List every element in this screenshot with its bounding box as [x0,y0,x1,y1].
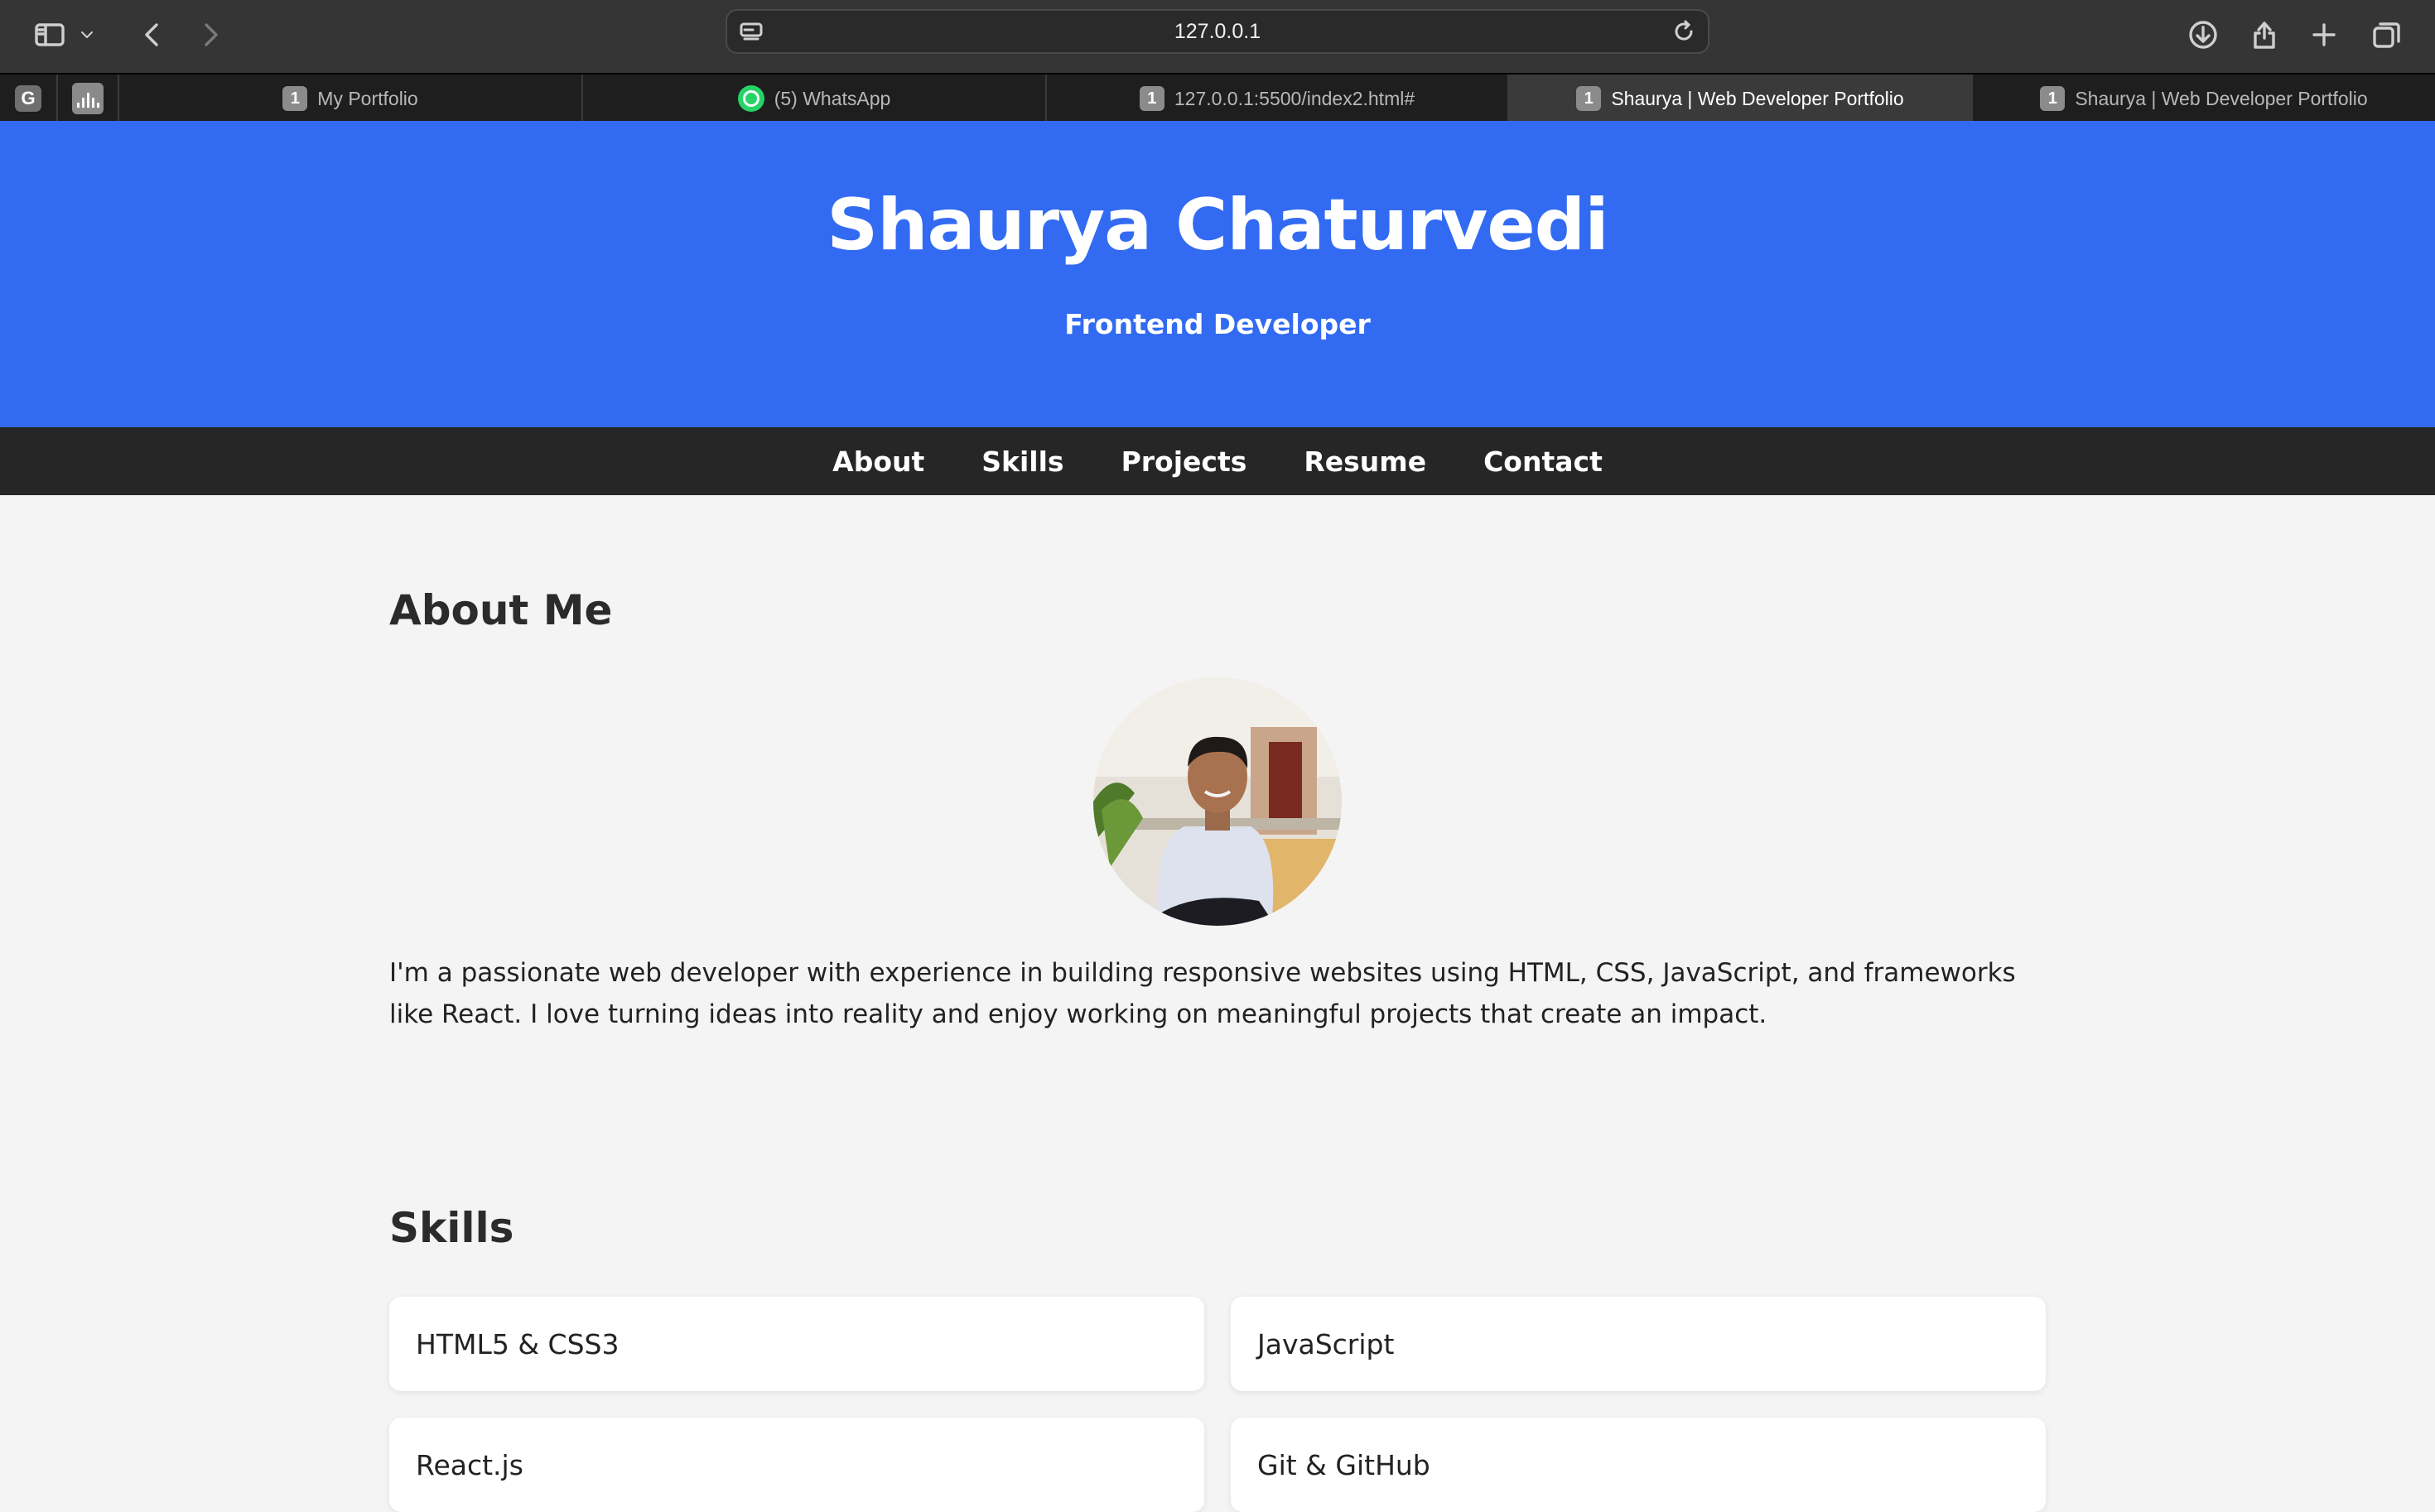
cisco-icon [72,83,104,114]
tab-label: Shaurya | Web Developer Portfolio [2075,87,2368,109]
google-icon: G [15,85,41,112]
tab-badge: 1 [282,86,308,111]
address-bar[interactable]: 127.0.0.1 [726,9,1709,54]
skill-card: HTML5 & CSS3 [389,1297,1204,1391]
tab-portfolio-active[interactable]: 1 Shaurya | Web Developer Portfolio [1509,75,1973,123]
reload-icon[interactable] [1671,19,1698,46]
forward-arrow-icon[interactable] [189,13,232,56]
tab-index2[interactable]: 1 127.0.0.1:5500/index2.html# [1047,75,1509,123]
skills-grid: HTML5 & CSS3 JavaScript React.js Git & G… [389,1297,2046,1512]
tab-badge: 1 [1139,86,1164,111]
downloads-icon[interactable] [2182,13,2225,56]
nav-skills[interactable]: Skills [981,445,1063,478]
tab-my-portfolio[interactable]: 1 My Portfolio [119,75,583,123]
chevron-down-icon[interactable] [75,13,99,56]
hero-header: Shaurya Chaturvedi Frontend Developer [0,121,2435,427]
url-text: 127.0.0.1 [1174,20,1261,43]
skills-title: Skills [389,1204,514,1252]
skill-card: Git & GitHub [1231,1418,2046,1512]
about-title: About Me [389,586,613,634]
tab-badge: 1 [1576,86,1602,111]
browser-toolbar: 127.0.0.1 [0,0,2435,73]
about-paragraph: I'm a passionate web developer with expe… [389,958,2016,1029]
tab-bar: G 1 My Portfolio (5) WhatsApp 1 127.0.0.… [0,73,2435,123]
site-owner-name: Shaurya Chaturvedi [827,184,1608,267]
tab-label: Shaurya | Web Developer Portfolio [1611,87,1904,109]
tab-badge: 1 [2040,86,2066,111]
nav-about[interactable]: About [832,445,924,478]
new-tab-plus-icon[interactable] [2302,13,2346,56]
back-arrow-icon[interactable] [131,13,174,56]
pinned-tab-google[interactable]: G [0,75,58,123]
skill-card: React.js [389,1418,1204,1512]
skill-card: JavaScript [1231,1297,2046,1391]
tab-label: 127.0.0.1:5500/index2.html# [1174,87,1415,109]
tab-portfolio[interactable]: 1 Shaurya | Web Developer Portfolio [1973,75,2435,123]
site-owner-role: Frontend Developer [1064,308,1371,340]
tab-overview-icon[interactable] [2365,13,2408,56]
tab-label: My Portfolio [317,87,418,109]
sidebar-toggle-icon[interactable] [28,13,71,56]
whatsapp-icon [737,85,764,112]
pinned-tab-cisco[interactable] [58,75,119,123]
nav-resume[interactable]: Resume [1304,445,1426,478]
nav-contact[interactable]: Contact [1483,445,1603,478]
share-icon[interactable] [2243,13,2286,56]
tab-whatsapp[interactable]: (5) WhatsApp [583,75,1047,123]
profile-photo [1093,677,1342,926]
tab-label: (5) WhatsApp [774,87,891,109]
nav-projects[interactable]: Projects [1121,445,1247,478]
main-nav: About Skills Projects Resume Contact [0,427,2435,495]
